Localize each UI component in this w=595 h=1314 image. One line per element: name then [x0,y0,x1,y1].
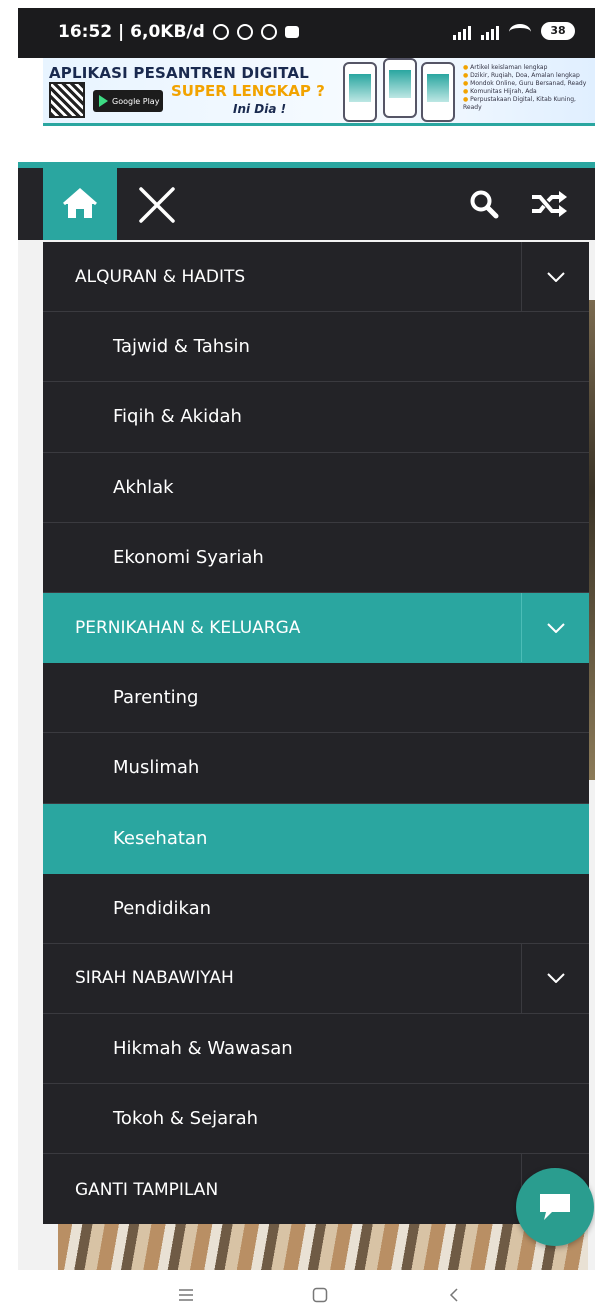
menu-item-ganti-tampilan[interactable]: GANTI TAMPILAN [43,1154,589,1225]
signal-icon-2 [481,26,499,40]
moon-icon [212,24,229,40]
menu-item-label: Tajwid & Tahsin [113,336,250,358]
menu-item-sirah-nabawiyah[interactable]: SIRAH NABAWIYAH [43,943,589,1015]
menu-item-muslimah[interactable]: Muslimah [43,733,589,804]
menu-item-label: SIRAH NABAWIYAH [75,968,234,989]
status-left: 16:52 | 6,0KB/d [58,22,299,42]
menu-item-parenting[interactable]: Parenting [43,663,589,734]
menu-item-fiqih-akidah[interactable]: Fiqih & Akidah [43,382,589,453]
menu-item-label: Tokoh & Sejarah [113,1108,259,1130]
banner-subtitle: SUPER LENGKAP ? [171,82,325,100]
menu-item-label: GANTI TAMPILAN [75,1179,219,1200]
b-app-icon [260,24,277,40]
banner-feature: Artikel keislaman lengkap [463,64,591,72]
menu-item-label: Parenting [113,687,199,709]
home-icon [63,188,97,218]
menu-item-akhlak[interactable]: Akhlak [43,453,589,523]
submenu-toggle[interactable] [521,943,589,1014]
qr-code-icon [49,82,85,118]
banner-cta: Ini Dia ! [233,102,287,116]
menu-item-label: Akhlak [113,476,174,498]
banner-feature: Perpustakaan Digital, Kitab Kuning, Read… [463,96,591,112]
phone-mockup [383,58,417,118]
google-play-label: Google Play [112,96,160,106]
chat-button[interactable] [516,1168,594,1246]
banner-feature: Dzikir, Ruqiah, Doa, Amalan lengkap [463,72,591,80]
menu-item-label: Muslimah [113,757,200,779]
search-button[interactable] [458,178,510,230]
chat-icon [540,1194,570,1220]
battery-icon: 38 [541,22,575,40]
play-store-icon [99,95,108,107]
menu-item-ekonomi-syariah[interactable]: Ekonomi Syariah [43,523,589,593]
banner-feature: Komunitas Hijrah, Ada [463,88,591,96]
close-icon [139,187,175,223]
menu-item-label: Kesehatan [113,827,208,849]
status-bar: 16:52 | 6,0KB/d 38 [18,8,595,58]
navigation-menu: ALQURAN & HADITS Tajwid & Tahsin Fiqih &… [43,242,589,1225]
chevron-down-icon [546,271,565,282]
shuffle-icon [532,191,567,217]
menu-item-pernikahan-keluarga[interactable]: PERNIKAHAN & KELUARGA [43,592,589,664]
submenu-toggle[interactable] [521,592,589,663]
menu-item-tajwid-tahsin[interactable]: Tajwid & Tahsin [43,312,589,383]
banner-title: APLIKASI PESANTREN DIGITAL [49,64,309,82]
message-icon [284,26,299,38]
menu-item-tokoh-sejarah[interactable]: Tokoh & Sejarah [43,1084,589,1155]
recent-apps-button[interactable] [166,1280,206,1310]
menu-item-label: Ekonomi Syariah [113,546,264,568]
home-button[interactable] [43,168,117,240]
menu-item-hikmah-wawasan[interactable]: Hikmah & Wawasan [43,1014,589,1085]
top-navbar [18,168,595,240]
chevron-down-icon [546,622,565,633]
phone-mockup [343,62,377,122]
status-right: 38 [453,22,575,40]
back-chevron-icon [449,1288,458,1302]
menu-item-alquran-hadits[interactable]: ALQURAN & HADITS [43,242,589,313]
google-play-badge[interactable]: Google Play [93,90,163,112]
search-icon [470,190,499,219]
menu-lines-icon [179,1289,193,1301]
system-home-button[interactable] [300,1280,340,1310]
alarm-icon [236,24,253,40]
phone-mockup [421,62,455,122]
ad-banner[interactable]: APLIKASI PESANTREN DIGITAL Google Play S… [43,58,595,126]
background-photo [58,1224,588,1270]
system-nav-bar [0,1270,595,1314]
menu-item-label: Fiqih & Akidah [113,406,242,428]
menu-item-label: PERNIKAHAN & KELUARGA [75,617,301,638]
random-post-button[interactable] [524,178,576,230]
banner-feature: Mondok Online, Guru Bersanad, Ready [463,80,591,88]
menu-item-label: ALQURAN & HADITS [75,266,246,287]
signal-icon [453,26,471,40]
submenu-toggle[interactable] [521,242,589,312]
menu-item-label: Pendidikan [113,897,212,919]
menu-item-label: Hikmah & Wawasan [113,1038,293,1060]
chevron-down-icon [546,973,565,984]
square-home-icon [312,1287,328,1303]
menu-item-pendidikan[interactable]: Pendidikan [43,874,589,944]
close-menu-button[interactable] [128,176,186,234]
system-back-button[interactable] [434,1280,474,1310]
menu-item-kesehatan[interactable]: Kesehatan [43,803,589,874]
banner-features: Artikel keislaman lengkap Dzikir, Ruqiah… [463,64,591,112]
wifi-icon [509,24,531,40]
status-time: 16:52 | 6,0KB/d [58,22,205,42]
